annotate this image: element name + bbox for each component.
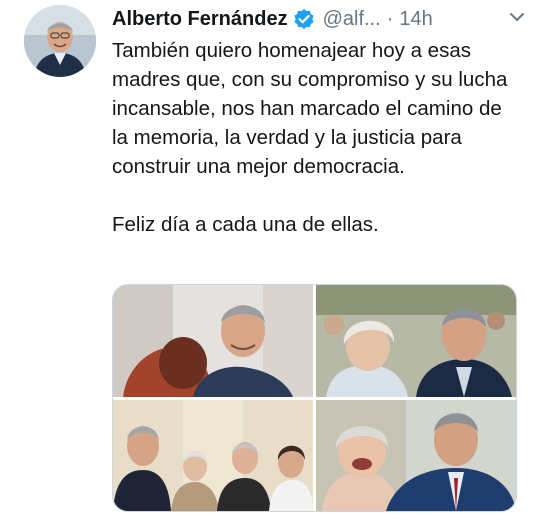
timestamp[interactable]: 14h [399,8,432,31]
author-name[interactable]: Alberto Fernández [112,8,288,31]
tweet-text: También quiero homenajear hoy a esas mad… [112,36,522,239]
photo-4[interactable] [316,400,516,511]
photo-2[interactable] [316,285,516,397]
separator-dot: · [386,7,394,30]
avatar-image [24,5,96,77]
tweet-card[interactable]: Alberto Fernández @alf... · 14h También … [0,0,540,520]
tweet-paragraph: Feliz día a cada una de ellas. [112,213,379,236]
chevron-down-icon[interactable] [508,8,526,26]
media-grid [112,284,517,512]
tweet-paragraph: También quiero homenajear hoy a esas mad… [112,39,508,178]
tweet-header: Alberto Fernández @alf... · 14h [112,6,526,32]
photo-3[interactable] [113,400,313,511]
avatar[interactable] [24,5,96,77]
author-handle[interactable]: @alf... [323,8,381,31]
photo-1[interactable] [113,285,313,397]
verified-badge-icon [293,8,315,30]
